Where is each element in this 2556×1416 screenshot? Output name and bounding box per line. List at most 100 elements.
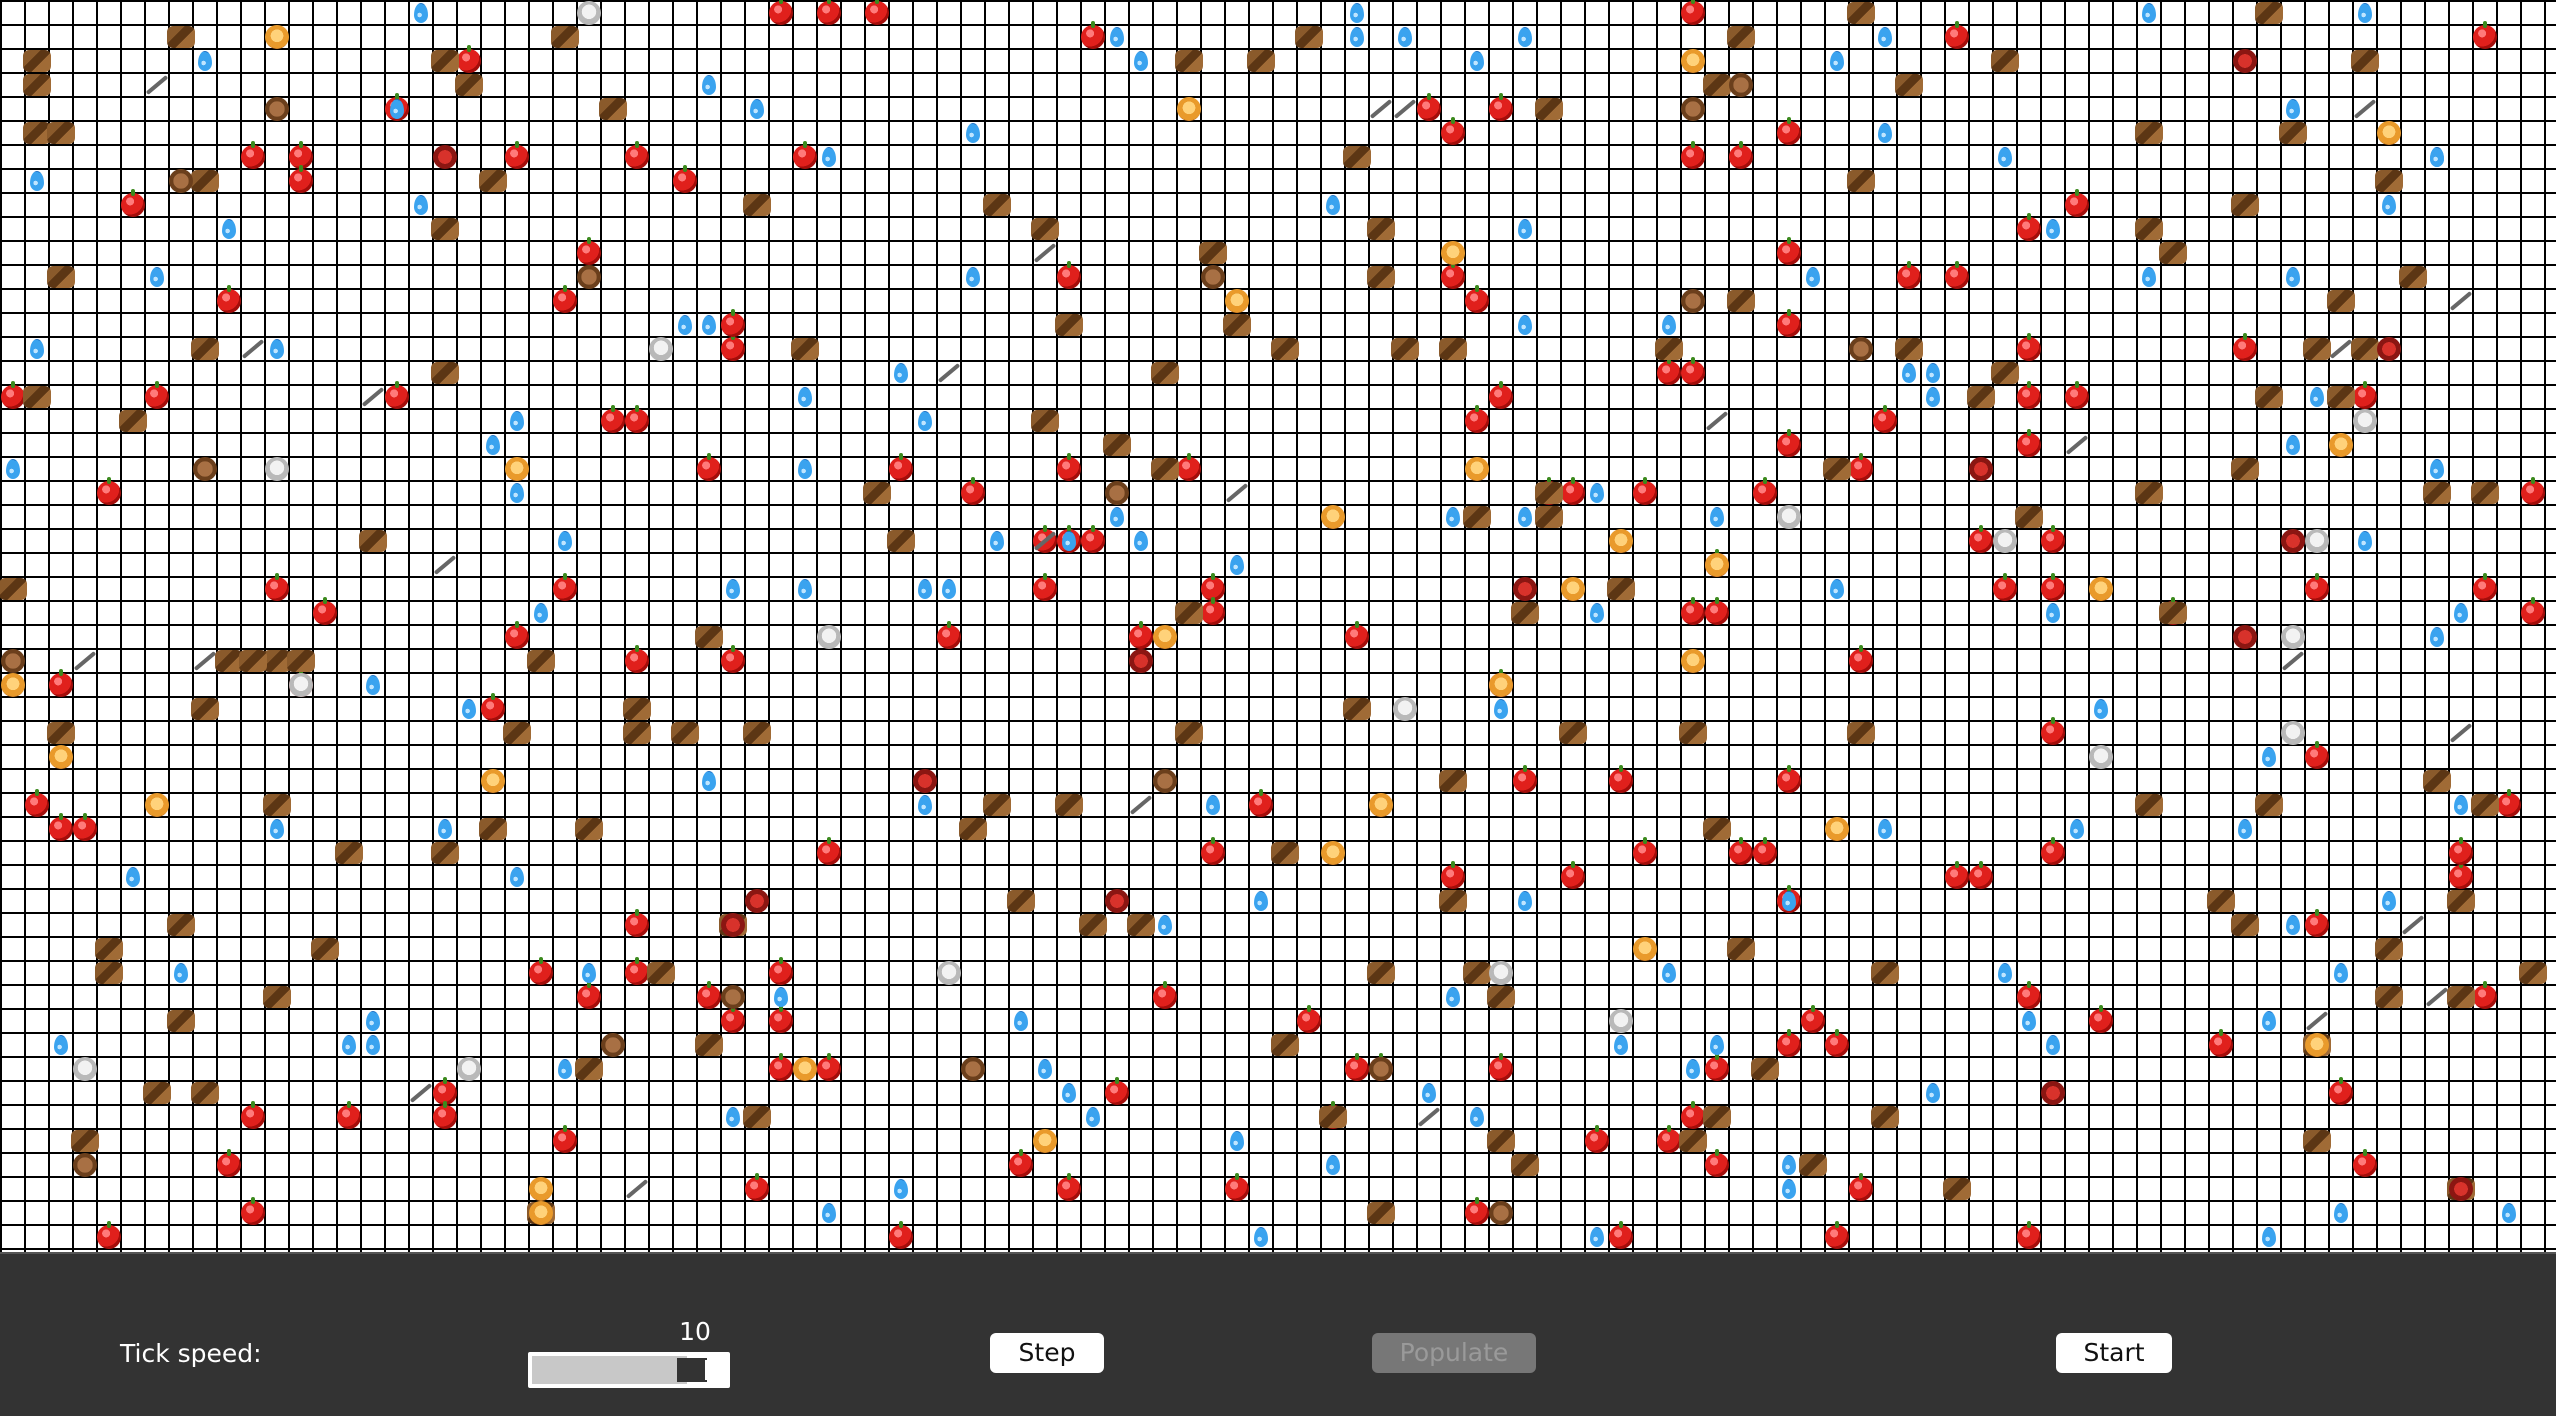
- water-drop-icon: [918, 795, 932, 815]
- wolf-icon: [2281, 625, 2305, 649]
- wood-log-icon: [959, 818, 987, 840]
- apple-icon: [2329, 1077, 2353, 1105]
- apple-icon: [1345, 621, 1369, 649]
- apple-icon: [2233, 333, 2257, 361]
- wood-log-icon: [695, 1034, 723, 1056]
- apple-icon: [2305, 741, 2329, 769]
- water-drop-icon: [678, 315, 692, 335]
- water-drop-icon: [414, 3, 428, 23]
- apple-icon: [2521, 477, 2545, 505]
- wood-log-icon: [983, 194, 1011, 216]
- wood-log-icon: [1967, 386, 1995, 408]
- wolf-icon: [289, 673, 313, 697]
- water-drop-icon: [1782, 1179, 1796, 1199]
- wolf-icon: [1393, 697, 1417, 721]
- wood-log-icon: [1871, 962, 1899, 984]
- water-drop-icon: [510, 411, 524, 431]
- water-drop-icon: [1830, 51, 1844, 71]
- wood-log-icon: [431, 218, 459, 240]
- wood-log-icon: [695, 626, 723, 648]
- apple-icon: [337, 1101, 361, 1129]
- step-button[interactable]: Step: [990, 1333, 1104, 1373]
- populate-button[interactable]: Populate: [1372, 1333, 1536, 1373]
- pickaxe-icon: [241, 339, 265, 359]
- apple-icon: [1465, 405, 1489, 433]
- apple-icon: [217, 285, 241, 313]
- pickaxe-icon: [361, 387, 385, 407]
- apple-icon: [1681, 1101, 1705, 1129]
- wood-log-icon: [1679, 722, 1707, 744]
- water-drop-icon: [2358, 3, 2372, 23]
- apple-icon: [1825, 1221, 1849, 1249]
- wood-log-icon: [2327, 386, 2355, 408]
- simulation-grid[interactable]: [0, 0, 2556, 1252]
- apple-icon: [721, 333, 745, 361]
- wood-log-icon: [47, 722, 75, 744]
- apple-icon: [625, 141, 649, 169]
- apple-icon: [1777, 309, 1801, 337]
- water-drop-icon: [510, 867, 524, 887]
- start-button[interactable]: Start: [2056, 1333, 2172, 1373]
- apple-icon: [817, 0, 841, 25]
- apple-icon: [1033, 573, 1057, 601]
- wolf-icon: [1993, 529, 2017, 553]
- bear-icon: [721, 985, 745, 1009]
- ogre-icon: [1969, 457, 1993, 481]
- wood-log-icon: [1271, 842, 1299, 864]
- apple-icon: [1633, 837, 1657, 865]
- apple-icon: [769, 957, 793, 985]
- apple-icon: [769, 1005, 793, 1033]
- apple-icon: [2017, 213, 2041, 241]
- apple-icon: [1753, 477, 1777, 505]
- wood-log-icon: [1823, 458, 1851, 480]
- apple-icon: [145, 381, 169, 409]
- apple-icon: [2017, 333, 2041, 361]
- animal-face-icon: [1, 673, 25, 697]
- apple-icon: [1585, 1125, 1609, 1153]
- wood-log-icon: [1079, 914, 1107, 936]
- water-drop-icon: [1326, 1155, 1340, 1175]
- wood-log-icon: [647, 962, 675, 984]
- apple-icon: [289, 165, 313, 193]
- apple-icon: [505, 621, 529, 649]
- wood-log-icon: [1895, 338, 1923, 360]
- wood-log-icon: [1223, 314, 1251, 336]
- water-drop-icon: [1350, 3, 1364, 23]
- wood-log-icon: [1535, 506, 1563, 528]
- water-drop-icon: [1038, 1059, 1052, 1079]
- pickaxe-icon: [2065, 435, 2089, 455]
- water-drop-icon: [2286, 99, 2300, 119]
- wood-log-icon: [1007, 890, 1035, 912]
- apple-icon: [1225, 1173, 1249, 1201]
- water-drop-icon: [726, 1107, 740, 1127]
- bear-icon: [1681, 289, 1705, 313]
- apple-icon: [241, 1197, 265, 1225]
- bear-icon: [1, 649, 25, 673]
- water-drop-icon: [702, 315, 716, 335]
- wood-log-icon: [1847, 2, 1875, 24]
- apple-icon: [1945, 861, 1969, 889]
- wood-log-icon: [887, 530, 915, 552]
- water-drop-icon: [1446, 507, 1460, 527]
- wood-log-icon: [1367, 1202, 1395, 1224]
- water-drop-icon: [534, 603, 548, 623]
- water-drop-icon: [270, 339, 284, 359]
- water-drop-icon: [2358, 531, 2372, 551]
- water-drop-icon: [1398, 27, 1412, 47]
- water-drop-icon: [558, 1059, 572, 1079]
- pickaxe-icon: [73, 651, 97, 671]
- apple-icon: [1489, 381, 1513, 409]
- water-drop-icon: [366, 1035, 380, 1055]
- apple-icon: [1657, 357, 1681, 385]
- water-drop-icon: [726, 579, 740, 599]
- slider-handle[interactable]: [677, 1358, 707, 1382]
- water-drop-icon: [1878, 27, 1892, 47]
- apple-icon: [625, 957, 649, 985]
- wood-log-icon: [1703, 1106, 1731, 1128]
- wood-log-icon: [2135, 482, 2163, 504]
- tick-speed-slider[interactable]: [528, 1352, 730, 1388]
- animal-face-icon: [49, 745, 73, 769]
- bear-icon: [265, 97, 289, 121]
- water-drop-icon: [1590, 603, 1604, 623]
- apple-icon: [2017, 981, 2041, 1009]
